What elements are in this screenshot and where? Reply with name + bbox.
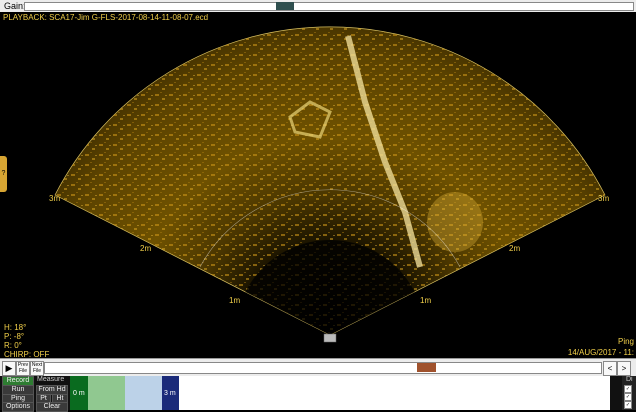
sonar-target-blob [427,192,483,252]
control-panel: Record Run Ping Options Measure From Hd … [0,376,636,412]
range-label-left-2m: 2m [140,244,152,253]
display-option-checkbox-3[interactable]: ✓ [624,401,632,409]
range-label-right-3m: 3m [598,194,610,203]
sonar-viewer: PLAYBACK: SCA17-Jim G-FLS-2017-08-14-11-… [0,12,636,359]
help-side-tab[interactable]: ? [0,156,7,192]
display-options-title: Di [626,376,633,383]
playback-slider-thumb[interactable] [417,363,436,372]
ruler-segment-blue [125,376,162,410]
heading-readout: H: 18° [4,323,27,332]
gain-slider-thumb[interactable] [276,2,294,10]
ruler-label-3m: 3 m [164,390,176,397]
display-option-checkbox-1[interactable]: ✓ [624,385,632,393]
gain-slider-track[interactable] [24,2,634,11]
datetime-readout: 14/AUG/2017 - 11: [567,348,634,357]
play-button[interactable]: ▶ [2,361,16,376]
sonar-head-icon [323,333,337,343]
depth-ruler: 0 m 3 m [70,376,610,410]
range-label-right-2m: 2m [509,244,521,253]
measure-clear-button[interactable]: Clear [36,402,68,412]
next-file-button[interactable]: Next File [30,361,44,376]
ruler-segment-green [88,376,125,410]
measure-title: Measure [37,376,65,383]
playback-title: PLAYBACK: SCA17-Jim G-FLS-2017-08-14-11-… [3,13,209,22]
playback-slider-track[interactable] [44,362,602,374]
ruler-label-0m: 0 m [73,390,85,397]
range-label-left-3m: 3m [49,194,61,203]
sonar-speckle [55,26,605,335]
roll-readout: R: 0° [4,341,22,350]
gain-label: Gain: [4,1,26,11]
playback-bar: ▶ Prev File Next File < > [0,358,636,377]
step-forward-button[interactable]: > [617,361,631,376]
prev-file-button[interactable]: Prev File [16,361,30,376]
options-button[interactable]: Options [2,402,34,412]
display-options-panel: Di ✓ ✓ ✓ [622,376,636,410]
step-back-button[interactable]: < [603,361,617,376]
orientation-stats: H: 18° P: -8° R: 0° CHIRP: OFF [4,323,49,359]
ping-label: Ping [617,337,634,346]
pitch-readout: P: -8° [4,332,25,341]
sonar-fan [54,26,606,343]
display-option-checkbox-2[interactable]: ✓ [624,393,632,401]
range-label-left-1m: 1m [229,296,241,305]
range-label-right-1m: 1m [420,296,432,305]
